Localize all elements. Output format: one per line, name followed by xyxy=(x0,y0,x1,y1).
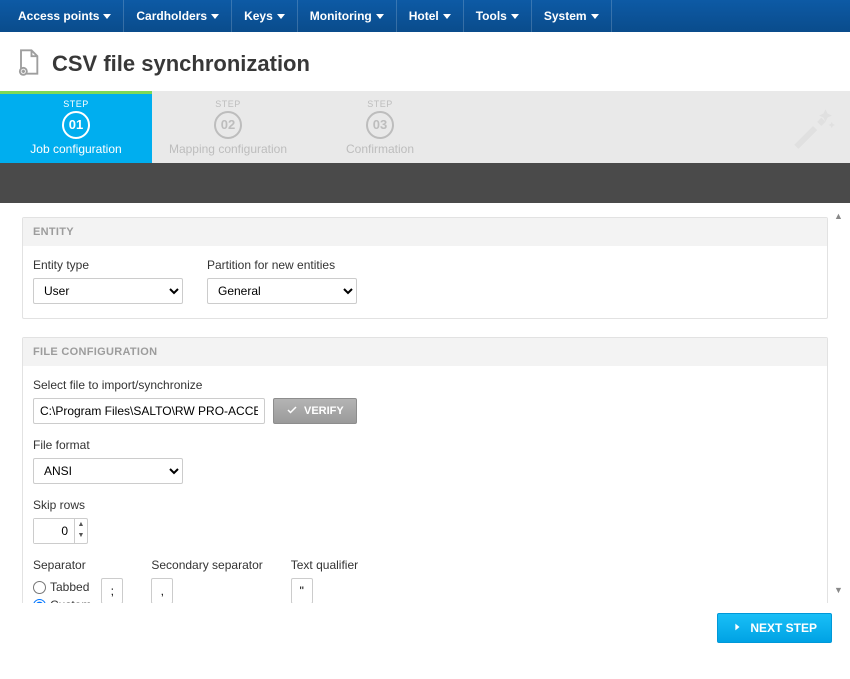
toolbar-strip xyxy=(0,163,850,203)
chevron-down-icon xyxy=(277,14,285,19)
scroll-up-icon[interactable]: ▲ xyxy=(834,211,843,221)
file-path-input[interactable] xyxy=(33,398,265,424)
top-nav: Access points Cardholders Keys Monitorin… xyxy=(0,0,850,32)
chevron-down-icon xyxy=(211,14,219,19)
partition-field: Partition for new entities General xyxy=(207,258,357,304)
spinner-up-icon[interactable]: ▲ xyxy=(75,519,87,530)
separator-label: Separator xyxy=(33,558,123,572)
select-file-label: Select file to import/synchronize xyxy=(33,378,817,392)
secondary-separator-label: Secondary separator xyxy=(151,558,262,572)
text-qualifier-label: Text qualifier xyxy=(291,558,358,572)
secondary-separator-input[interactable] xyxy=(151,578,173,603)
page-title: CSV file synchronization xyxy=(52,51,310,77)
step-1[interactable]: STEP 01 Job configuration xyxy=(0,91,152,163)
chevron-down-icon xyxy=(591,14,599,19)
scroll-down-icon[interactable]: ▼ xyxy=(834,585,843,595)
partition-label: Partition for new entities xyxy=(207,258,357,272)
file-format-label: File format xyxy=(33,438,817,452)
skip-rows-spinner[interactable]: ▲ ▼ xyxy=(33,518,88,544)
entity-type-select[interactable]: User xyxy=(33,278,183,304)
nav-tools[interactable]: Tools xyxy=(464,0,532,32)
chevron-down-icon xyxy=(511,14,519,19)
separator-custom-input[interactable] xyxy=(101,578,123,603)
csv-file-icon xyxy=(14,48,42,79)
wizard-footer: NEXT STEP xyxy=(0,603,850,655)
file-config-panel: FILE CONFIGURATION Select file to import… xyxy=(22,337,828,603)
step-3[interactable]: STEP 03 Confirmation xyxy=(304,91,456,163)
nav-hotel[interactable]: Hotel xyxy=(397,0,464,32)
chevron-right-icon xyxy=(732,621,742,635)
nav-keys[interactable]: Keys xyxy=(232,0,298,32)
content-scroll: ENTITY Entity type User Partition for ne… xyxy=(0,203,850,603)
page-title-row: CSV file synchronization xyxy=(0,32,850,91)
verify-button[interactable]: VERIFY xyxy=(273,398,357,424)
entity-type-field: Entity type User xyxy=(33,258,183,304)
chevron-down-icon xyxy=(103,14,111,19)
file-config-header: FILE CONFIGURATION xyxy=(23,338,827,366)
entity-type-label: Entity type xyxy=(33,258,183,272)
wizard-icon xyxy=(788,101,838,154)
separator-custom-radio[interactable] xyxy=(33,599,46,604)
entity-panel: ENTITY Entity type User Partition for ne… xyxy=(22,217,828,319)
next-step-button[interactable]: NEXT STEP xyxy=(717,613,832,643)
check-icon xyxy=(286,404,298,419)
entity-header: ENTITY xyxy=(23,218,827,246)
wizard-steps: STEP 01 Job configuration STEP 02 Mappin… xyxy=(0,91,850,163)
spinner-down-icon[interactable]: ▼ xyxy=(75,530,87,541)
file-format-select[interactable]: ANSI xyxy=(33,458,183,484)
chevron-down-icon xyxy=(443,14,451,19)
text-qualifier-input[interactable] xyxy=(291,578,313,603)
skip-rows-input[interactable] xyxy=(34,519,74,543)
nav-access-points[interactable]: Access points xyxy=(0,0,124,32)
nav-cardholders[interactable]: Cardholders xyxy=(124,0,232,32)
step-2[interactable]: STEP 02 Mapping configuration xyxy=(152,91,304,163)
chevron-down-icon xyxy=(376,14,384,19)
skip-rows-label: Skip rows xyxy=(33,498,817,512)
nav-monitoring[interactable]: Monitoring xyxy=(298,0,397,32)
nav-system[interactable]: System xyxy=(532,0,612,32)
partition-select[interactable]: General xyxy=(207,278,357,304)
separator-tabbed-radio[interactable] xyxy=(33,581,46,594)
scrollbar[interactable]: ▲ ▼ xyxy=(834,211,844,595)
